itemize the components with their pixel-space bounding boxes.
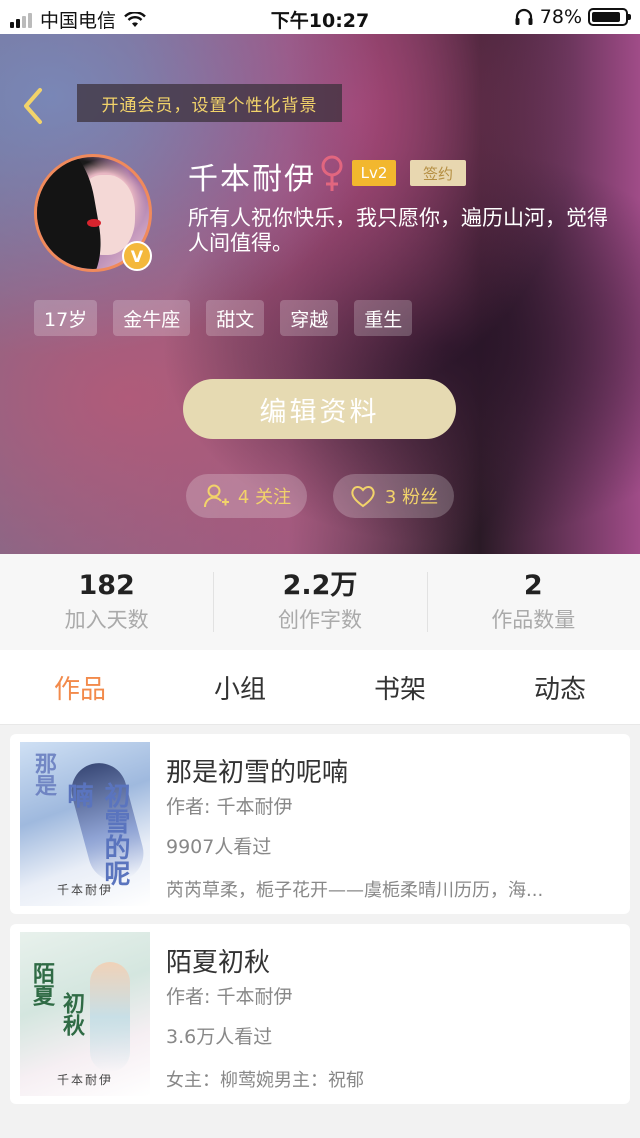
stat-word-count: 2.2万 创作字数 xyxy=(213,554,426,650)
tag-genre: 穿越 xyxy=(280,300,339,336)
username: 千本耐伊 xyxy=(188,162,316,197)
stat-label: 加入天数 xyxy=(64,608,149,632)
verified-v-icon: V xyxy=(122,241,152,271)
stats-row: 182 加入天数 2.2万 创作字数 2 作品数量 xyxy=(0,554,640,650)
add-user-icon xyxy=(203,484,229,508)
stat-label: 创作字数 xyxy=(277,608,362,632)
following-count: 4 关注 xyxy=(237,487,292,508)
book-title[interactable]: 陌夏初秋 xyxy=(166,942,270,979)
book-title[interactable]: 那是初雪的呢喃 xyxy=(166,752,348,789)
level-badge: Lv2 xyxy=(352,160,396,186)
headphones-icon xyxy=(515,8,533,25)
female-gender-icon xyxy=(321,155,343,191)
book-card[interactable]: 陌夏 初秋 千本耐伊 陌夏初秋 作者: 千本耐伊 3.6万人看过 女主：柳莺婉男… xyxy=(10,924,630,1104)
vip-banner-button[interactable]: 开通会员，设置个性化背景 xyxy=(77,84,342,122)
fans-count: 3 粉丝 xyxy=(384,487,439,508)
stat-days-joined: 182 加入天数 xyxy=(0,554,213,650)
book-author: 作者: 千本耐伊 xyxy=(166,796,293,818)
book-read-count: 9907人看过 xyxy=(166,836,272,858)
tag-zodiac: 金牛座 xyxy=(113,300,191,336)
profile-tabs: 作品 小组 书架 动态 xyxy=(0,650,640,725)
status-bar: 中国电信 下午10:27 78% xyxy=(0,0,640,34)
profile-bio: 所有人祝你快乐，我只愿你，遍历山河，觉得人间值得。 xyxy=(188,206,608,255)
stat-label: 作品数量 xyxy=(491,608,576,632)
tab-bookshelf[interactable]: 书架 xyxy=(320,650,480,724)
book-description: 女主：柳莺婉男主：祝郁 xyxy=(166,1070,364,1091)
battery-percent: 78% xyxy=(539,6,582,28)
back-arrow-icon[interactable] xyxy=(18,86,48,126)
stat-value: 182 xyxy=(78,570,135,601)
stat-works-count: 2 作品数量 xyxy=(426,554,640,650)
profile-header: 开通会员，设置个性化背景 V 千本耐伊 Lv2 签约 所有人祝你快乐，我只愿你，… xyxy=(0,34,640,554)
book-card[interactable]: 那是 初雪的呢喃 千本耐伊 那是初雪的呢喃 作者: 千本耐伊 9907人看过 芮… xyxy=(10,734,630,914)
signed-badge: 签约 xyxy=(410,160,466,186)
book-description: 芮芮草柔，栀子花开——虞栀柔晴川历历，海... xyxy=(166,880,544,901)
book-cover[interactable]: 陌夏 初秋 千本耐伊 xyxy=(20,932,150,1096)
book-author: 作者: 千本耐伊 xyxy=(166,986,293,1008)
profile-tags: 17岁 金牛座 甜文 穿越 重生 xyxy=(34,300,413,336)
fans-button[interactable]: 3 粉丝 xyxy=(333,474,454,518)
stat-value: 2.2万 xyxy=(282,570,358,601)
tag-age: 17岁 xyxy=(34,300,98,336)
tag-genre: 重生 xyxy=(354,300,413,336)
tab-activity[interactable]: 动态 xyxy=(480,650,640,724)
battery-icon xyxy=(588,8,631,26)
stat-value: 2 xyxy=(523,570,543,601)
tab-groups[interactable]: 小组 xyxy=(160,650,320,724)
edit-profile-button[interactable]: 编辑资料 xyxy=(183,379,456,439)
tag-genre: 甜文 xyxy=(206,300,265,336)
tab-works[interactable]: 作品 xyxy=(0,650,160,724)
following-button[interactable]: 4 关注 xyxy=(186,474,307,518)
heart-icon xyxy=(351,486,375,508)
book-cover[interactable]: 那是 初雪的呢喃 千本耐伊 xyxy=(20,742,150,906)
book-read-count: 3.6万人看过 xyxy=(166,1026,273,1048)
